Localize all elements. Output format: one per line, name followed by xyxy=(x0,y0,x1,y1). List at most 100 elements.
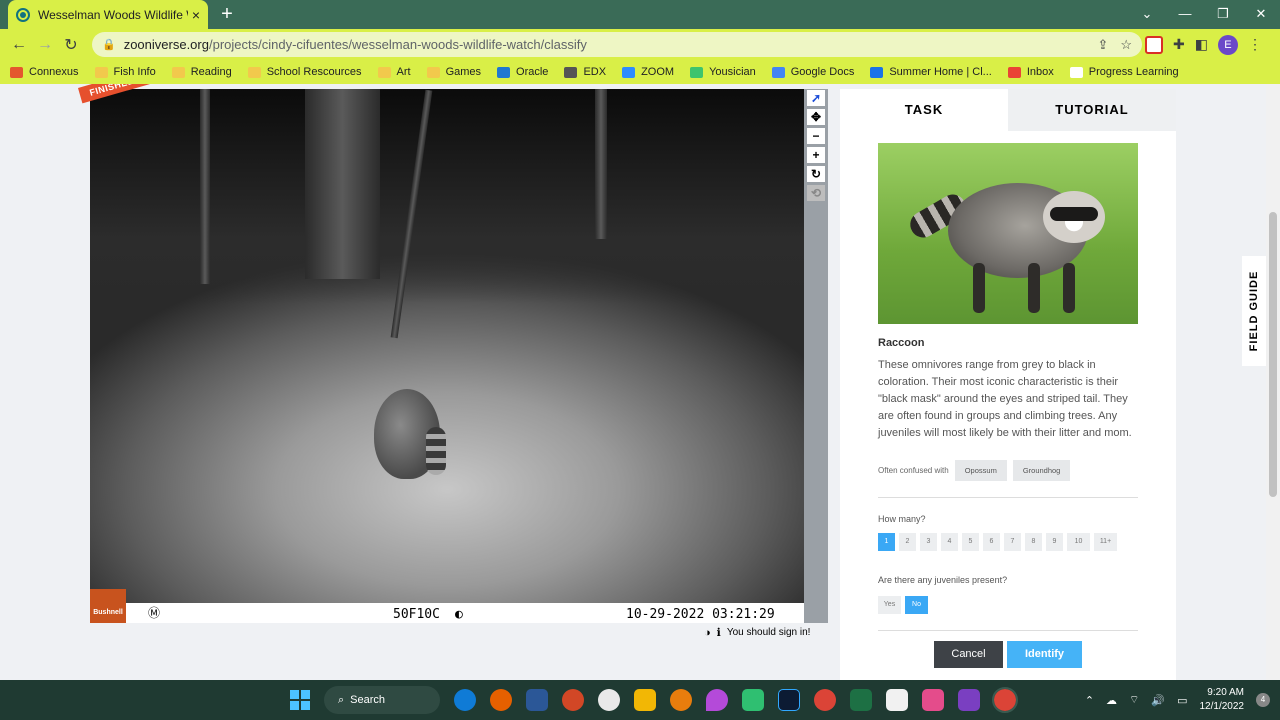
maximize-button[interactable]: ❐ xyxy=(1204,0,1242,29)
back-arrow-icon[interactable]: ← xyxy=(6,36,32,54)
bookmark-12[interactable]: Inbox xyxy=(1007,66,1054,78)
count-option-9[interactable]: 9 xyxy=(1046,533,1063,551)
volume-icon[interactable]: 🔊 xyxy=(1151,694,1165,707)
browser-tab-active[interactable]: Wesselman Woods Wildlife Watch × xyxy=(8,0,208,29)
rotate-icon[interactable]: ↻ xyxy=(807,166,825,182)
ublock-extension-icon[interactable] xyxy=(1145,35,1163,54)
bookmark-label: Reading xyxy=(190,66,232,78)
bookmark-4[interactable]: Art xyxy=(377,66,411,78)
count-option-6[interactable]: 6 xyxy=(983,533,1000,551)
battery-icon[interactable]: ▭ xyxy=(1177,694,1187,707)
bookmark-0[interactable]: Connexus xyxy=(10,66,79,78)
drop-app-icon[interactable] xyxy=(706,689,728,711)
side-panel-icon[interactable]: ◧ xyxy=(1195,36,1208,53)
chrome-menu-icon[interactable]: ⋮ xyxy=(1248,36,1262,53)
taskbar-search[interactable]: ⌕ Search xyxy=(324,686,440,714)
count-option-1[interactable]: 1 xyxy=(878,533,895,551)
zoom-in-icon[interactable]: + xyxy=(807,147,825,163)
confused-chip-groundhog[interactable]: Groundhog xyxy=(1012,460,1071,481)
bookmark-label: Summer Home | Cl... xyxy=(889,66,992,78)
forward-arrow-icon[interactable]: → xyxy=(32,36,58,54)
bookmarks-bar: Connexus Fish Info Reading School Rescource… xyxy=(0,60,1280,84)
robot-app-icon[interactable] xyxy=(742,689,764,711)
tab-task[interactable]: TASK xyxy=(840,89,1008,131)
chrome-icon[interactable] xyxy=(814,689,836,711)
bookmark-label: Oracle xyxy=(516,66,549,78)
file-explorer-icon[interactable] xyxy=(634,689,656,711)
reset-icon[interactable]: ⟲ xyxy=(807,185,825,201)
count-option-2[interactable]: 2 xyxy=(899,533,916,551)
clipchamp-icon[interactable] xyxy=(958,689,980,711)
count-option-5[interactable]: 5 xyxy=(962,533,979,551)
count-option-4[interactable]: 4 xyxy=(941,533,958,551)
count-option-11+[interactable]: 11+ xyxy=(1094,533,1117,551)
edge-icon[interactable] xyxy=(454,689,476,711)
powerpoint-icon[interactable] xyxy=(562,689,584,711)
tab-search-button[interactable]: ⌄ xyxy=(1128,0,1166,29)
blender-icon[interactable] xyxy=(670,689,692,711)
zoom-out-icon[interactable]: − xyxy=(807,128,825,144)
scrollbar-thumb[interactable] xyxy=(1269,212,1277,497)
taskbar-apps: ⌕ Search xyxy=(290,680,1018,720)
juvenile-option-no[interactable]: No xyxy=(905,596,928,614)
bookmark-8[interactable]: ZOOM xyxy=(622,66,674,78)
bookmark-star-icon[interactable]: ☆ xyxy=(1120,37,1132,53)
new-tab-button[interactable]: + xyxy=(216,3,238,25)
pointer-icon[interactable]: ➚ xyxy=(807,90,825,106)
count-option-7[interactable]: 7 xyxy=(1004,533,1021,551)
minimize-button[interactable]: — xyxy=(1166,0,1204,29)
paint-app-icon[interactable] xyxy=(886,689,908,711)
juvenile-option-yes[interactable]: Yes xyxy=(878,596,901,614)
chrome-profile-icon[interactable] xyxy=(992,687,1018,713)
camera-app-icon[interactable] xyxy=(922,689,944,711)
contrast-icon[interactable]: ◑ xyxy=(704,627,711,639)
tab-close-icon[interactable]: × xyxy=(192,7,200,23)
bookmark-7[interactable]: EDX xyxy=(564,66,606,78)
bookmark-11[interactable]: Summer Home | Cl... xyxy=(870,66,992,78)
tab-tutorial[interactable]: TUTORIAL xyxy=(1008,89,1176,131)
bookmark-9[interactable]: Yousician xyxy=(690,66,756,78)
bookmark-2[interactable]: Reading xyxy=(171,66,232,78)
confused-chip-opossum[interactable]: Opossum xyxy=(954,460,1007,481)
field-guide-tab[interactable]: FIELD GUIDE xyxy=(1242,256,1266,366)
count-option-3[interactable]: 3 xyxy=(920,533,937,551)
onedrive-cloud-icon[interactable]: ☁ xyxy=(1106,694,1117,707)
close-window-button[interactable]: ✕ xyxy=(1242,0,1280,29)
url-text[interactable]: zooniverse.org/projects/cindy-cifuentes/… xyxy=(124,37,587,52)
count-option-8[interactable]: 8 xyxy=(1025,533,1042,551)
bookmark-13[interactable]: Progress Learning xyxy=(1069,66,1179,78)
cancel-button[interactable]: Cancel xyxy=(934,641,1003,668)
connexus-icon xyxy=(10,66,23,78)
sign-in-text[interactable]: You should sign in! xyxy=(727,627,811,638)
address-bar[interactable]: 🔒 zooniverse.org/projects/cindy-cifuente… xyxy=(92,32,1142,57)
raccoon-photo-leg xyxy=(1028,263,1040,313)
share-icon[interactable]: ⇪ xyxy=(1097,37,1108,53)
bookmark-6[interactable]: Oracle xyxy=(497,66,548,78)
lock-icon[interactable]: 🔒 xyxy=(102,38,116,51)
count-options: 1 2 3 4 5 6 7 8 9 10 11+ xyxy=(878,533,1117,551)
windows-start-icon[interactable] xyxy=(290,690,310,710)
bookmark-3[interactable]: School Rescources xyxy=(247,66,362,78)
bookmark-10[interactable]: Google Docs xyxy=(771,66,854,78)
word-icon[interactable] xyxy=(526,689,548,711)
taskbar-clock[interactable]: 9:20 AM 12/1/2022 xyxy=(1200,686,1245,714)
page-scrollbar[interactable] xyxy=(1266,84,1280,680)
bookmark-1[interactable]: Fish Info xyxy=(94,66,156,78)
notification-badge[interactable]: 4 xyxy=(1256,693,1270,707)
extensions-puzzle-icon[interactable]: ✚ xyxy=(1173,36,1185,53)
info-icon[interactable]: ℹ xyxy=(717,626,721,639)
count-option-10[interactable]: 10 xyxy=(1067,533,1090,551)
lightroom-icon[interactable] xyxy=(778,689,800,711)
subject-image[interactable]: Ⓜ 50F10C ◐ 10-29-2022 03:21:29 Bushnell xyxy=(90,89,804,623)
profile-avatar[interactable]: E xyxy=(1217,34,1238,55)
bookmark-label: EDX xyxy=(583,66,607,78)
bookmark-5[interactable]: Games xyxy=(426,66,481,78)
move-icon[interactable]: ✥ xyxy=(807,109,825,125)
app-icon[interactable] xyxy=(598,689,620,711)
wifi-icon[interactable]: ⌔ xyxy=(1129,693,1139,707)
excel-icon[interactable] xyxy=(850,689,872,711)
reload-icon[interactable]: ↻ xyxy=(58,35,84,55)
identify-button[interactable]: Identify xyxy=(1007,641,1082,668)
chevron-up-icon[interactable]: ⌃ xyxy=(1085,694,1094,707)
firefox-icon[interactable] xyxy=(490,689,512,711)
